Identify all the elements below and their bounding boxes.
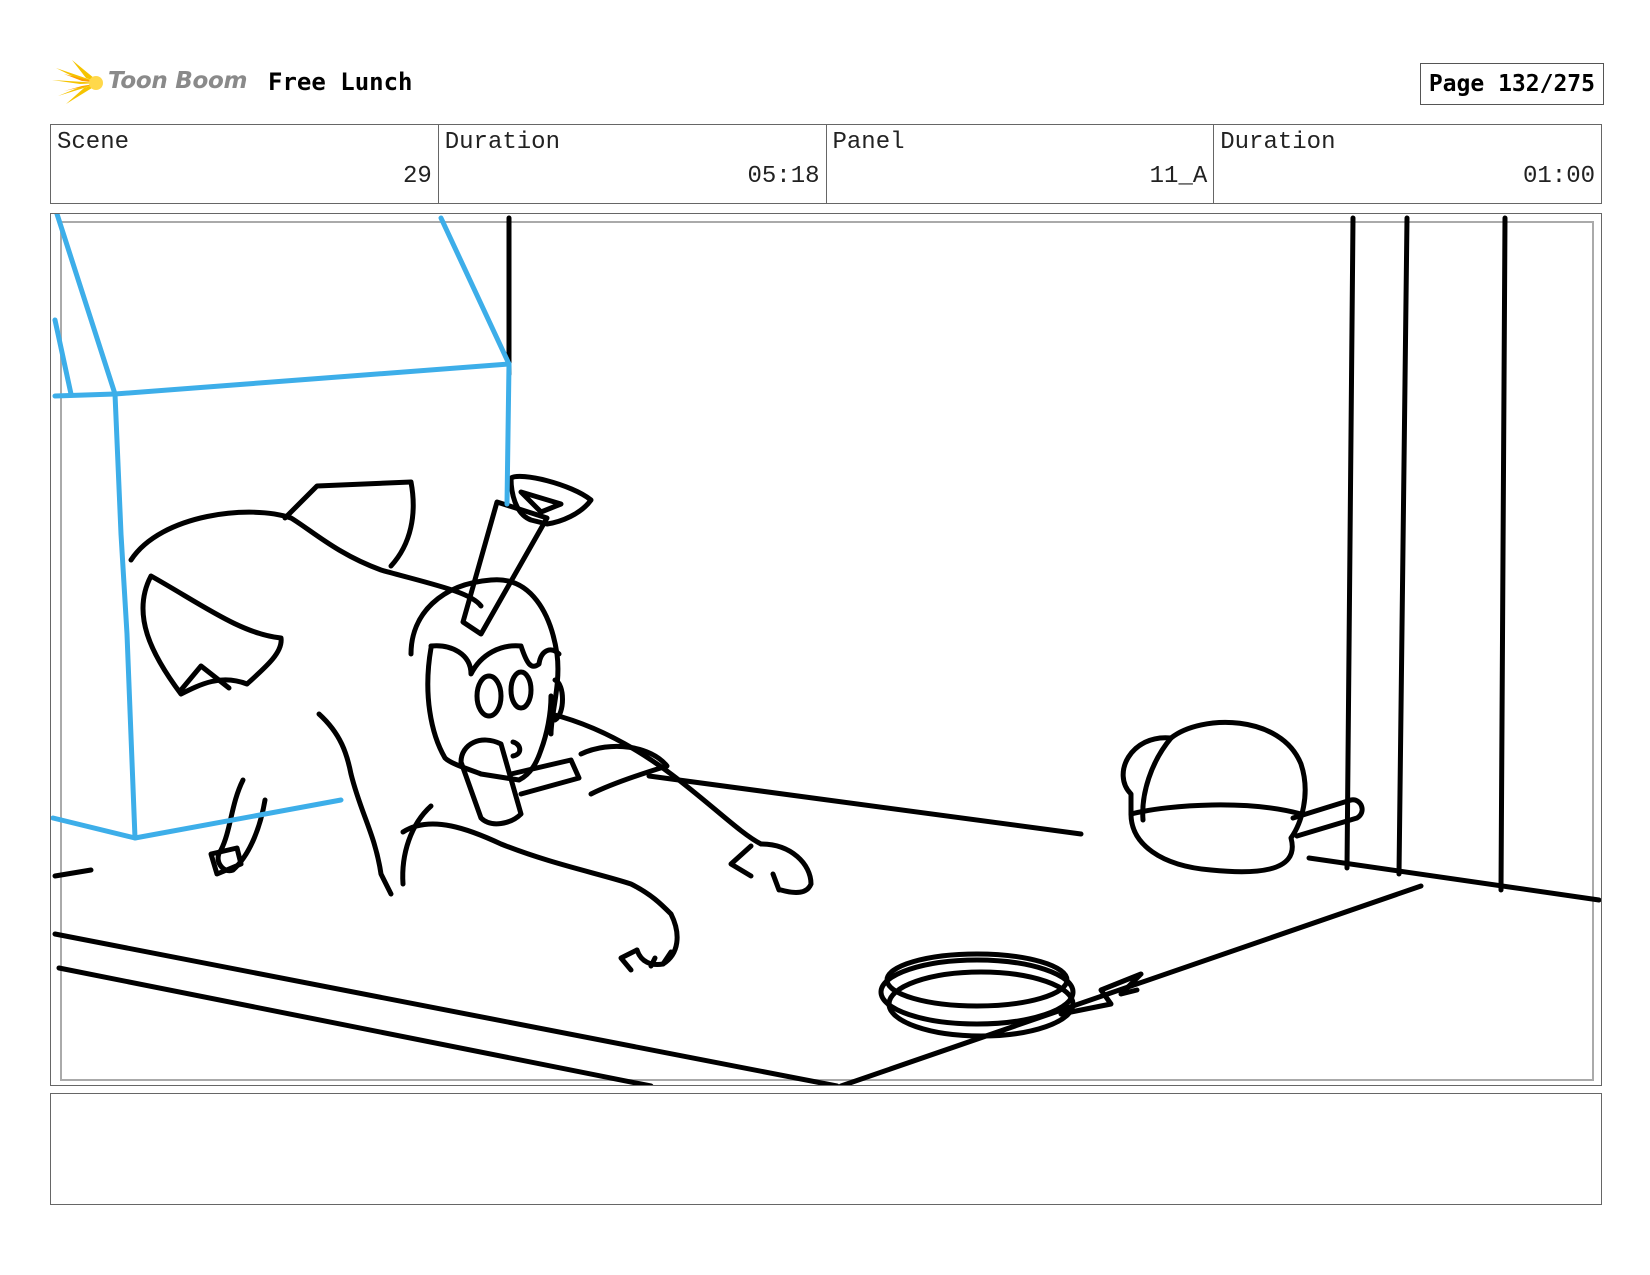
box-bottom-edge [51,797,344,841]
box-left-flap-small [52,317,74,397]
girl-arm-left [400,821,680,967]
dog-body [128,509,484,609]
panel-sketch [51,214,1601,1085]
panel-duration-cell: Duration 01:00 [1214,125,1601,203]
scene-value: 29 [402,163,432,190]
safe-area-frame [60,221,1594,1081]
floor-back-edge [646,773,1084,837]
storyboard-panel [50,213,1602,1086]
storyboard-header: Toon Boom Free Lunch Page 132/275 [50,58,1604,108]
girl-hair-fringe [428,643,562,677]
project-title: Free Lunch [268,68,413,96]
girl-hand-right [728,843,782,893]
right-post-line [1396,215,1410,877]
starburst-icon [52,60,103,104]
girl-arm-right [548,711,814,895]
scene-duration-cell: Duration 05:18 [439,125,827,203]
scene-cell: Scene 29 [51,125,439,203]
floor-front-line [56,965,654,1085]
girl-sleeve [578,743,670,797]
girl-collar-line [400,803,434,887]
bucket-rim [1128,802,1304,817]
box-front-right-edge [504,361,512,507]
box-top-edge [52,361,512,399]
logo-text: Toon Boom [108,68,248,94]
floor-right-edge [1306,855,1601,903]
right-post-line [1344,215,1356,871]
scene-info-table: Scene 29 Duration 05:18 Panel 11_A Durat… [50,124,1602,204]
hose-in-mouth [458,737,524,827]
toon-boom-logo: Toon Boom [50,58,250,108]
bucket-object [1120,719,1308,875]
panel-value: 11_A [1149,163,1208,190]
box-front-left-edge [112,391,138,841]
girl-nose [510,739,523,759]
scene-label: Scene [57,129,130,156]
right-post-line [1498,215,1508,893]
panel-duration-label: Duration [1220,129,1336,156]
panel-label: Panel [832,129,905,156]
mat-front-edge [52,931,840,1085]
girl-eye [508,669,534,711]
panel-notes-box[interactable] [50,1093,1602,1205]
scene-duration-value: 05:18 [747,163,820,190]
girl-eye [474,673,504,719]
box-flap-right [438,215,512,367]
panel-duration-value: 01:00 [1522,163,1595,190]
scene-duration-label: Duration [444,129,560,156]
page-indicator: Page 132/275 [1419,63,1604,105]
panel-cell: Panel 11_A [827,125,1215,203]
